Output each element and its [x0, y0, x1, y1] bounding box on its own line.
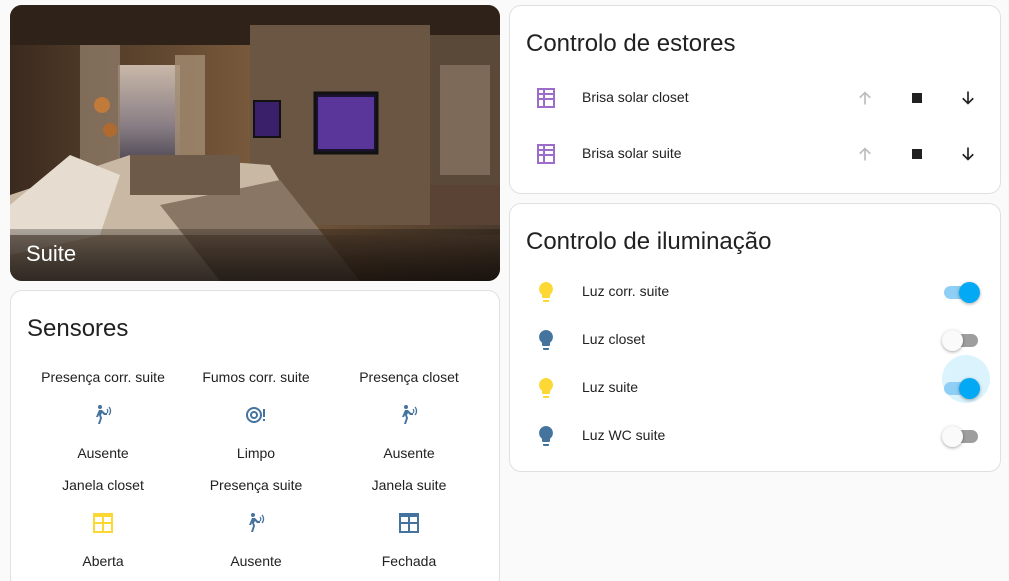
shade-row: Brisa solar closet: [510, 78, 1000, 118]
smoke-detector-icon: [181, 387, 331, 443]
light-toggle[interactable]: [942, 424, 980, 448]
shades-card: Controlo de estores Brisa solar closet B…: [509, 5, 1001, 194]
sensor-state: Ausente: [230, 553, 282, 569]
shade-name[interactable]: Brisa solar suite: [582, 145, 682, 161]
window-closed-icon: [334, 495, 484, 551]
cover-open-button[interactable]: [849, 82, 881, 114]
sensor-name: Presença closet: [359, 369, 459, 385]
shade-name[interactable]: Brisa solar closet: [582, 89, 689, 105]
light-name[interactable]: Luz corr. suite: [582, 283, 669, 299]
stop-icon: [912, 93, 922, 103]
toggle-knob: [959, 282, 980, 303]
cover-stop-button[interactable]: [901, 82, 933, 114]
sensor-name: Janela suite: [371, 477, 447, 493]
toggle-knob: [942, 426, 963, 447]
sensor-smoke-corr-suite[interactable]: Fumos corr. suite Limpo: [181, 367, 331, 463]
blinds-icon: [534, 86, 558, 110]
sensor-presence-closet[interactable]: Presença closet Ausente: [334, 367, 484, 463]
cover-close-button[interactable]: [952, 82, 984, 114]
cover-close-button[interactable]: [952, 138, 984, 170]
shade-row: Brisa solar suite: [510, 134, 1000, 174]
light-row: Luz suite: [510, 355, 1000, 408]
lightbulb-icon[interactable]: [534, 376, 558, 400]
sensor-state: Limpo: [236, 445, 276, 461]
sensor-state: Ausente: [383, 445, 435, 461]
arrow-down-icon: [962, 147, 974, 161]
shades-title: Controlo de estores: [526, 30, 736, 57]
stop-icon: [912, 149, 922, 159]
sensor-name: Janela closet: [62, 477, 144, 493]
sensor-name: Presença corr. suite: [41, 369, 165, 385]
motion-sensor-icon: [334, 387, 484, 443]
toggle-knob: [942, 330, 963, 351]
lightbulb-icon[interactable]: [534, 328, 558, 352]
blinds-icon: [534, 142, 558, 166]
arrow-up-icon: [859, 147, 871, 161]
lights-title: Controlo de iluminação: [526, 228, 772, 255]
sensor-presence-corr-suite[interactable]: Presença corr. suite Ausente: [28, 367, 178, 463]
window-open-icon: [28, 495, 178, 551]
sensor-presence-suite[interactable]: Presença suite Ausente: [181, 475, 331, 571]
sensor-window-closet[interactable]: Janela closet Aberta: [28, 475, 178, 571]
light-name[interactable]: Luz suite: [582, 379, 638, 395]
light-toggle[interactable]: [942, 328, 980, 352]
lightbulb-icon[interactable]: [534, 280, 558, 304]
sensors-title: Sensores: [27, 315, 129, 342]
light-row: Luz WC suite: [510, 416, 1000, 456]
arrow-down-icon: [962, 91, 974, 105]
sensor-state: Aberta: [82, 553, 124, 569]
light-row: Luz closet: [510, 320, 1000, 360]
sensor-state: Fechada: [381, 553, 437, 569]
motion-sensor-icon: [181, 495, 331, 551]
light-toggle[interactable]: [942, 376, 980, 400]
motion-sensor-icon: [28, 387, 178, 443]
arrow-up-icon: [859, 91, 871, 105]
cover-stop-button[interactable]: [901, 138, 933, 170]
toggle-knob: [959, 378, 980, 399]
lights-card: Controlo de iluminação Luz corr. suite L…: [509, 203, 1001, 472]
room-picture-card[interactable]: Suite: [10, 5, 500, 281]
sensor-window-suite[interactable]: Janela suite Fechada: [334, 475, 484, 571]
light-toggle[interactable]: [942, 280, 980, 304]
light-row: Luz corr. suite: [510, 272, 1000, 312]
sensors-card: Sensores Presença corr. suite Ausente Fu…: [10, 290, 500, 581]
sensor-name: Presença suite: [209, 477, 303, 493]
light-name[interactable]: Luz WC suite: [582, 427, 665, 443]
lightbulb-icon[interactable]: [534, 424, 558, 448]
light-name[interactable]: Luz closet: [582, 331, 645, 347]
room-title: Suite: [10, 229, 500, 281]
sensor-state: Ausente: [77, 445, 129, 461]
cover-open-button[interactable]: [849, 138, 881, 170]
sensor-name: Fumos corr. suite: [202, 369, 310, 385]
